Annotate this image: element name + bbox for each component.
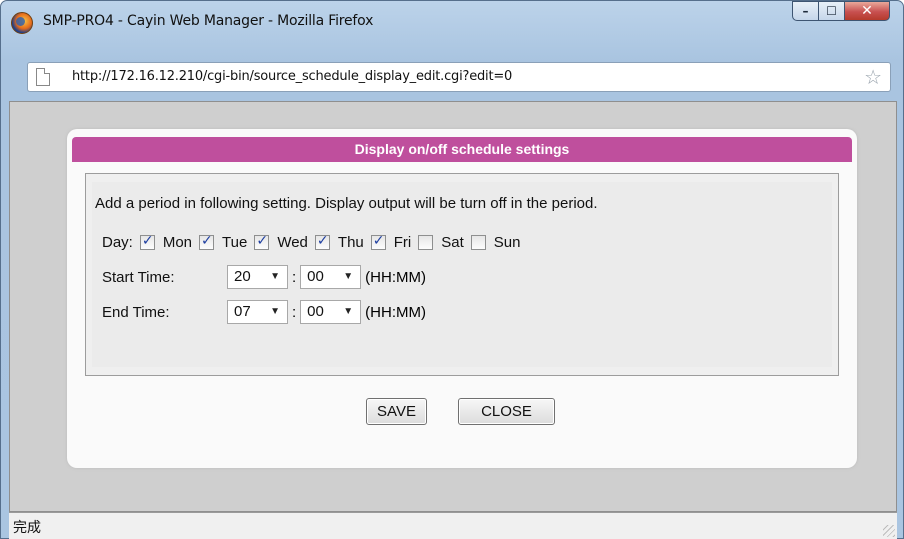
close-icon: ✕ (861, 3, 873, 19)
start-hour-select[interactable]: 20 ▼ (227, 265, 288, 289)
url-text[interactable]: http://172.16.12.210/cgi-bin/source_sche… (72, 69, 512, 84)
chevron-down-icon: ▼ (343, 306, 354, 317)
end-time-label: End Time: (102, 303, 170, 321)
status-text: 完成 (13, 520, 41, 536)
firefox-icon[interactable] (11, 12, 33, 34)
sat-label: Sat (441, 233, 464, 251)
day-label: Day: (102, 233, 133, 251)
mon-label: Mon (162, 233, 193, 251)
page-content: Display on/off schedule settings Add a p… (9, 101, 897, 512)
thu-label: Thu (337, 233, 364, 251)
tue-checkbox[interactable] (199, 233, 215, 250)
status-bar: 完成 (9, 512, 897, 539)
dialog-header: Display on/off schedule settings (72, 137, 852, 162)
settings-panel-inner: Add a period in following setting. Displ… (92, 182, 832, 367)
day-fri[interactable]: Fri (370, 233, 412, 251)
maximize-button[interactable]: ☐ (818, 1, 845, 21)
colon-separator: : (292, 303, 297, 321)
day-thu[interactable]: Thu (314, 233, 364, 251)
close-button[interactable]: CLOSE (458, 398, 555, 425)
browser-window: SMP-PRO4 - Cayin Web Manager - Mozilla F… (0, 0, 904, 539)
end-minute-select[interactable]: 00 ▼ (300, 300, 362, 324)
window-controls: – ☐ ✕ (792, 1, 890, 21)
close-window-button[interactable]: ✕ (844, 1, 890, 21)
star-icon[interactable]: ☆ (864, 65, 882, 89)
instruction-text: Add a period in following setting. Displ… (95, 195, 598, 212)
fri-label: Fri (393, 233, 412, 251)
start-time-label: Start Time: (102, 268, 175, 286)
resize-grip-icon[interactable] (883, 525, 895, 537)
sat-checkbox[interactable] (418, 234, 434, 250)
day-tue[interactable]: Tue (199, 233, 248, 251)
start-time-row: Start Time: 20 ▼ : 00 ▼ (HH:MM) (102, 265, 426, 289)
window-title: SMP-PRO4 - Cayin Web Manager - Mozilla F… (43, 13, 374, 29)
address-bar[interactable]: http://172.16.12.210/cgi-bin/source_sche… (27, 62, 891, 92)
maximize-icon: ☐ (826, 4, 837, 18)
minimize-button[interactable]: – (792, 1, 819, 21)
end-hour-select[interactable]: 07 ▼ (227, 300, 288, 324)
thu-checkbox[interactable] (314, 233, 330, 250)
fri-checkbox[interactable] (370, 233, 386, 250)
sun-label: Sun (493, 233, 521, 251)
day-sat[interactable]: Sat (418, 234, 464, 251)
wed-label: Wed (277, 233, 308, 251)
page-icon (36, 68, 50, 86)
sun-checkbox[interactable] (470, 234, 486, 250)
day-row: Day: Mon Tue Wed Thu Fri Sat Sun (102, 232, 527, 252)
end-minute-value: 00 (307, 303, 324, 320)
chevron-down-icon: ▼ (270, 306, 280, 317)
mon-checkbox[interactable] (139, 233, 155, 250)
day-wed[interactable]: Wed (254, 233, 308, 251)
end-hour-value: 07 (234, 303, 251, 320)
title-bar[interactable]: SMP-PRO4 - Cayin Web Manager - Mozilla F… (1, 1, 903, 53)
day-sun[interactable]: Sun (470, 233, 521, 251)
end-time-row: End Time: 07 ▼ : 00 ▼ (HH:MM) (102, 300, 426, 324)
start-minute-value: 00 (307, 268, 324, 285)
wed-checkbox[interactable] (254, 233, 270, 250)
minimize-icon: – (802, 4, 809, 18)
end-time-unit: (HH:MM) (365, 303, 426, 321)
start-time-unit: (HH:MM) (365, 268, 426, 286)
settings-panel: Add a period in following setting. Displ… (85, 173, 839, 376)
chevron-down-icon: ▼ (343, 271, 354, 282)
day-mon[interactable]: Mon (139, 233, 193, 251)
schedule-dialog: Display on/off schedule settings Add a p… (67, 129, 857, 468)
start-minute-select[interactable]: 00 ▼ (300, 265, 362, 289)
tue-label: Tue (222, 233, 248, 251)
start-hour-value: 20 (234, 268, 251, 285)
chevron-down-icon: ▼ (270, 271, 280, 282)
colon-separator: : (292, 268, 297, 286)
save-button[interactable]: SAVE (366, 398, 427, 425)
